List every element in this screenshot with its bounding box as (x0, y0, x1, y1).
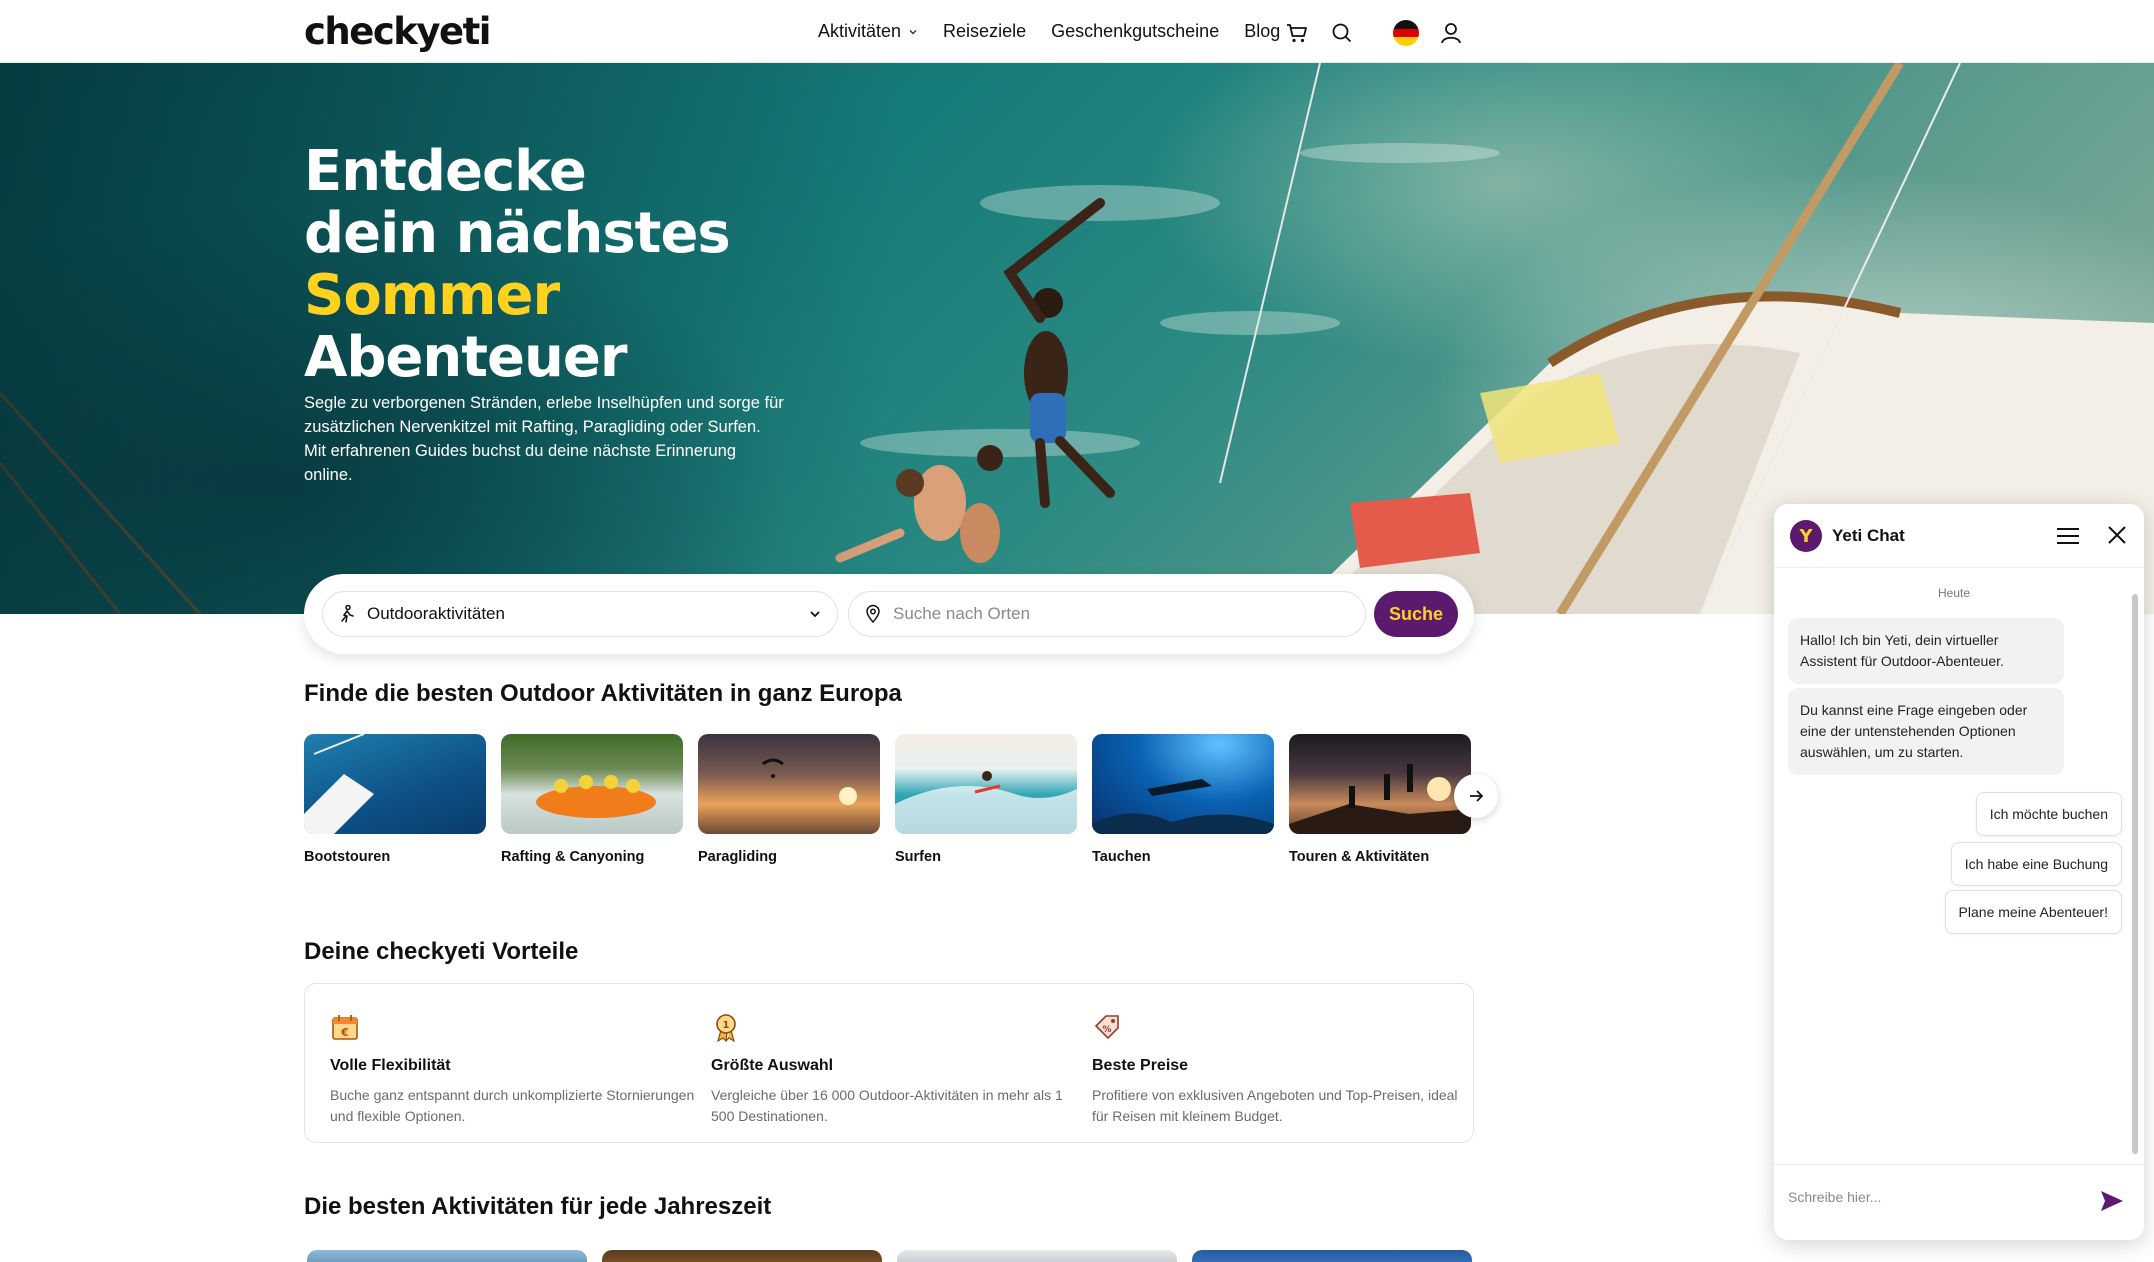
quick-reply-have-booking[interactable]: Ich habe eine Buchung (1950, 842, 2122, 886)
search-icon[interactable] (1329, 20, 1355, 46)
map-pin-icon (866, 604, 880, 624)
category-image (895, 734, 1077, 834)
benefits-title: Deine checkyeti Vorteile (304, 938, 579, 965)
activity-select-value: Outdooraktivitäten (367, 604, 505, 623)
category-image (1289, 734, 1471, 834)
main-nav: Aktivitäten Reiseziele Geschenkgutschein… (818, 0, 1305, 63)
arrow-right-icon (1470, 790, 1484, 802)
category-card-tauchen[interactable]: Tauchen (1092, 734, 1274, 865)
category-card-bootstouren[interactable]: Bootstouren (304, 734, 486, 865)
chat-title: Yeti Chat (1832, 526, 1905, 545)
nav-aktivitaeten[interactable]: Aktivitäten (818, 21, 918, 42)
site-header: checkyeti Aktivitäten Reiseziele Geschen… (0, 0, 2154, 63)
hero-title-line: Abenteuer (304, 325, 627, 390)
hero-title-line: Entdecke (304, 139, 587, 204)
hiker-icon (341, 604, 354, 623)
chat-date-divider: Heute (1937, 586, 1971, 600)
benefit-description: Profitiere von exklusiven Angeboten und … (1092, 1087, 1458, 1124)
chat-composer (1774, 1164, 2144, 1240)
category-label: Bootstouren (304, 849, 391, 865)
benefit-title: Größte Auswahl (711, 1057, 834, 1074)
hero-title: Entdecke dein nächstes Sommer Abenteuer (304, 139, 731, 390)
category-card-rafting[interactable]: Rafting & Canyoning (501, 734, 683, 865)
benefit-item: % Beste Preise Profitiere von exklusiven… (1092, 1012, 1462, 1127)
benefit-item: 1 Größte Auswahl Vergleiche über 16 000 … (711, 1012, 1081, 1127)
category-label: Rafting & Canyoning (501, 849, 645, 865)
logo[interactable]: checkyeti (304, 10, 492, 53)
menu-icon[interactable] (2056, 526, 2080, 546)
category-card-touren[interactable]: Touren & Aktivitäten (1289, 734, 1471, 865)
chat-message-bot: Du kannst eine Frage eingeben oder eine … (1788, 688, 2064, 775)
chat-avatar: Y (1790, 520, 1822, 552)
chat-scrollbar[interactable] (2132, 594, 2138, 1154)
category-image (501, 734, 683, 834)
calendar-euro-icon: € (332, 1015, 358, 1040)
benefit-title: Volle Flexibilität (330, 1057, 451, 1074)
nav-reiseziele[interactable]: Reiseziele (943, 21, 1026, 42)
hero-title-accent: Sommer (304, 263, 560, 328)
location-search-input[interactable] (893, 604, 1333, 624)
benefit-title: Beste Preise (1092, 1057, 1189, 1074)
category-label: Surfen (895, 849, 941, 865)
seasons-title: Die besten Aktivitäten für jede Jahresze… (304, 1193, 772, 1220)
flag-de-icon[interactable] (1393, 20, 1419, 46)
season-card[interactable] (1192, 1250, 1472, 1262)
category-label: Touren & Aktivitäten (1289, 849, 1430, 865)
search-button[interactable]: Suche (1374, 591, 1458, 637)
cart-icon[interactable] (1284, 20, 1310, 46)
chevron-down-icon (810, 611, 820, 618)
category-label: Tauchen (1092, 849, 1151, 865)
category-label: Paragliding (698, 849, 777, 865)
carousel-next-button[interactable] (1454, 774, 1498, 818)
nav-label: Aktivitäten (818, 21, 902, 41)
send-icon[interactable] (2098, 1187, 2126, 1215)
benefit-description: Buche ganz entspannt durch unkompliziert… (330, 1087, 695, 1124)
benefit-description: Vergleiche über 16 000 Outdoor-Aktivität… (711, 1087, 1063, 1124)
season-card[interactable] (307, 1250, 587, 1262)
svg-text:%: % (1102, 1025, 1111, 1035)
season-card[interactable] (897, 1250, 1177, 1262)
chat-widget: Y Yeti Chat Heute Hallo! Ich bin Yeti, d… (1774, 504, 2144, 1240)
nav-label: Blog (1244, 21, 1281, 41)
nav-label: Reiseziele (943, 21, 1027, 41)
close-icon[interactable] (2106, 524, 2128, 546)
category-image (304, 734, 486, 834)
chevron-down-icon (909, 29, 917, 34)
chat-message-bot: Hallo! Ich bin Yeti, dein virtueller Ass… (1788, 618, 2064, 684)
activity-select[interactable]: Outdooraktivitäten (322, 591, 838, 637)
price-tag-icon: % (1094, 1015, 1119, 1040)
season-card[interactable] (602, 1250, 882, 1262)
benefits-card: € Volle Flexibilität Buche ganz entspann… (304, 983, 1474, 1143)
hero-title-line: dein nächstes (304, 201, 731, 266)
location-search-field (848, 591, 1366, 637)
category-card-paragliding[interactable]: Paragliding (698, 734, 880, 865)
category-image (1092, 734, 1274, 834)
chat-message-input[interactable] (1788, 1189, 2088, 1205)
category-image (698, 734, 880, 834)
categories-title: Finde die besten Outdoor Aktivitäten in … (304, 680, 902, 707)
svg-text:€: € (340, 1026, 349, 1039)
medal-icon: 1 (716, 1014, 736, 1043)
nav-blog[interactable]: Blog (1244, 21, 1280, 42)
chat-header: Y Yeti Chat (1774, 504, 2144, 568)
nav-label: Geschenkgutscheine (1051, 21, 1220, 41)
benefit-item: € Volle Flexibilität Buche ganz entspann… (330, 1012, 700, 1127)
user-icon[interactable] (1438, 20, 1464, 46)
category-card-surfen[interactable]: Surfen (895, 734, 1077, 865)
search-bar: Outdooraktivitäten Suche (304, 574, 1474, 654)
quick-reply-book[interactable]: Ich möchte buchen (1975, 792, 2122, 836)
hero-subtitle: Segle zu verborgenen Stränden, erlebe In… (304, 394, 784, 484)
nav-geschenkgutscheine[interactable]: Geschenkgutscheine (1051, 21, 1219, 42)
svg-text:1: 1 (723, 1020, 730, 1031)
quick-reply-plan[interactable]: Plane meine Abenteuer! (1944, 890, 2122, 934)
